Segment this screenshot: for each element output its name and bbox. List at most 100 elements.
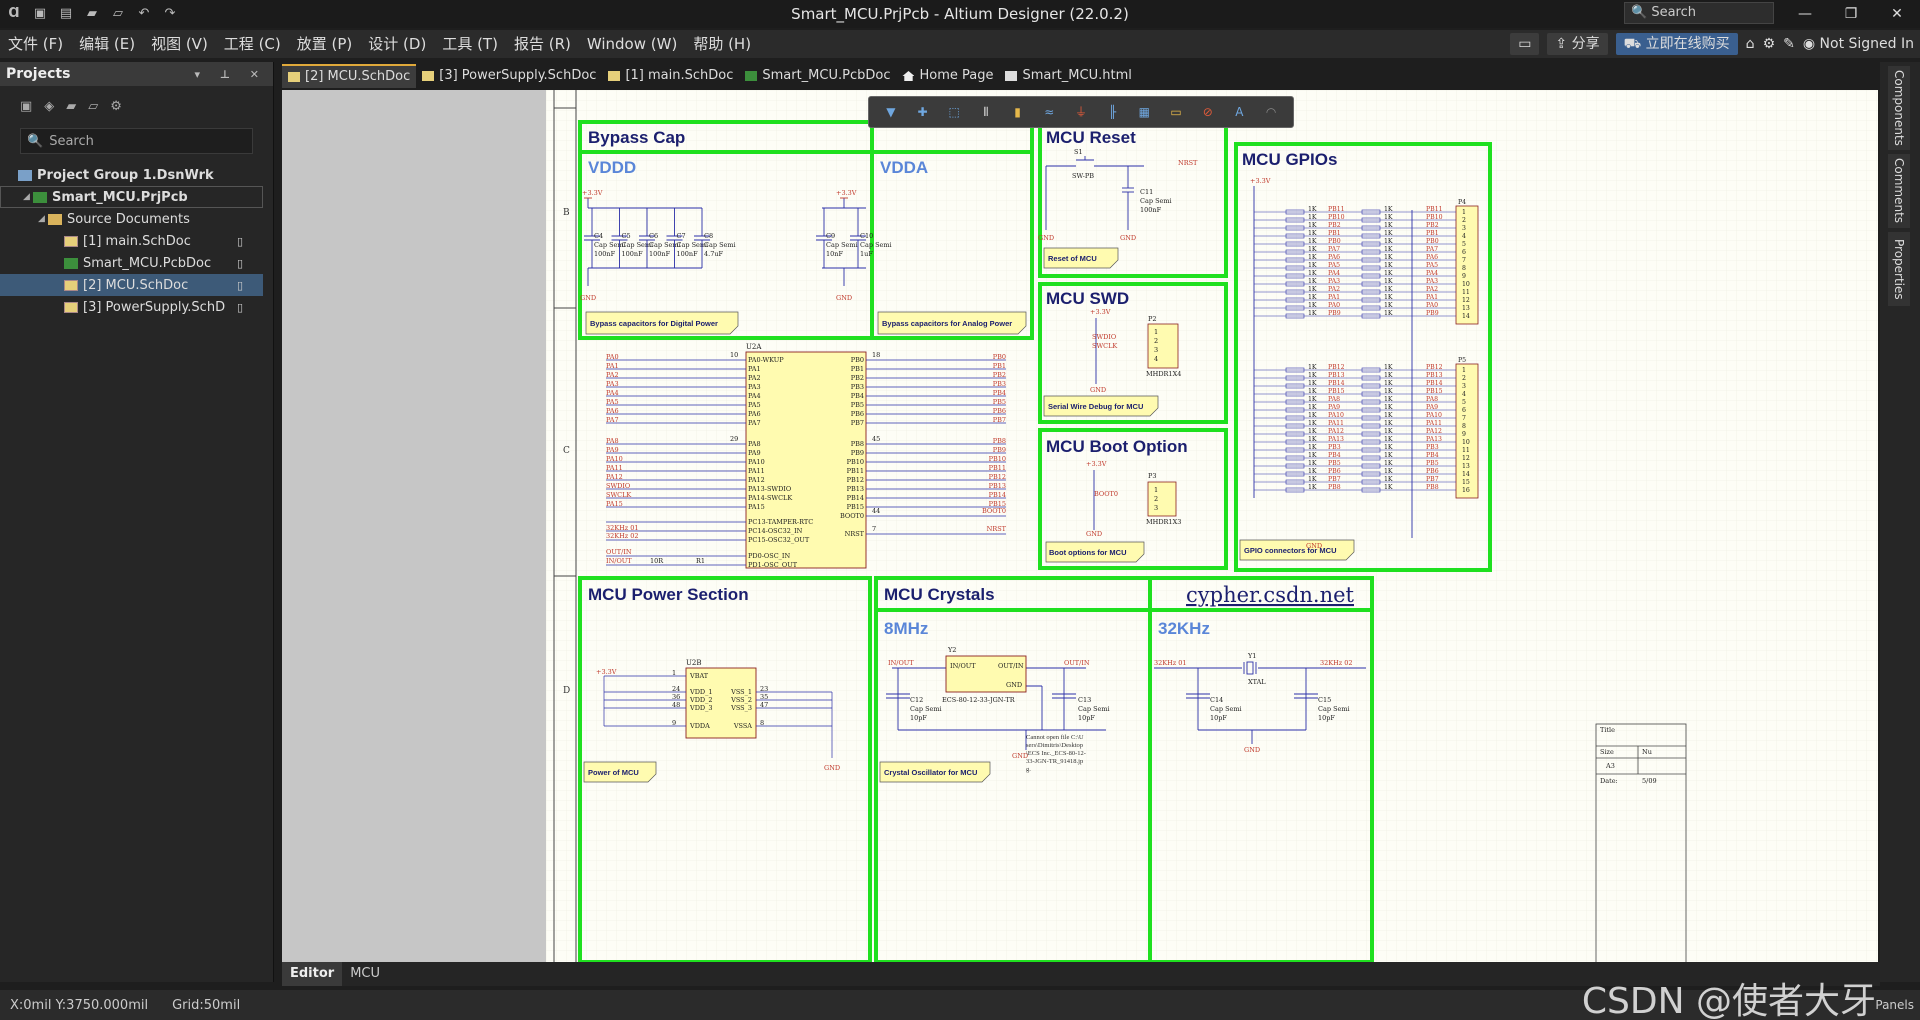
mcu-right-net: PB3 <box>993 380 1006 388</box>
tab-properties[interactable]: Properties <box>1888 232 1910 306</box>
port-icon[interactable]: ▭ <box>1168 104 1184 120</box>
mcu-left-pin: PA0-WKUP <box>748 356 784 364</box>
gpio-connector-net: PB10 <box>1426 214 1443 221</box>
open-project-icon[interactable]: ▱ <box>110 6 126 22</box>
select-area-icon[interactable]: ⬚ <box>946 104 962 120</box>
gear-icon[interactable]: ⚙ <box>1763 36 1776 52</box>
filter-icon[interactable]: ▼ <box>883 104 899 120</box>
power-port-icon[interactable]: ⏚ <box>1073 104 1089 120</box>
boot-pin: 1 <box>1154 486 1158 494</box>
gpio-connector-net: PA5 <box>1426 262 1438 269</box>
mcu-left-net: PA1 <box>606 362 619 370</box>
projects-search-input[interactable]: 🔍 Search <box>20 128 253 154</box>
account-button[interactable]: ◉ Not Signed In <box>1803 36 1914 52</box>
tree-item-powersupply-schdoc[interactable]: [3] PowerSupply.SchD ▯ <box>0 296 273 318</box>
text-icon[interactable]: A <box>1231 104 1247 120</box>
place-part-icon[interactable]: ▮ <box>1010 104 1026 120</box>
panels-button[interactable]: Panels <box>1875 998 1914 1012</box>
gpio-net: PA10 <box>1328 412 1344 419</box>
minimize-button[interactable]: — <box>1782 0 1828 28</box>
share-button[interactable]: ⇪ 分享 <box>1547 33 1608 55</box>
tab-mcu-sheet[interactable]: MCU <box>342 962 388 986</box>
tree-item-group[interactable]: Project Group 1.DsnWrk <box>0 164 273 186</box>
mcu-right-net: PB7 <box>993 416 1006 424</box>
tab-editor[interactable]: Editor <box>282 962 343 986</box>
menu-edit[interactable]: 编辑 (E) <box>71 30 143 58</box>
arc-icon[interactable]: ◠ <box>1263 104 1279 120</box>
tab-mcu-schdoc[interactable]: [2] MCU.SchDoc <box>282 64 417 88</box>
swd-swclk: SWCLK <box>1092 342 1117 350</box>
tab-powersupply-schdoc[interactable]: [3] PowerSupply.SchDoc <box>416 64 602 88</box>
power-left-number: 9 <box>672 719 676 727</box>
tab-main-schdoc[interactable]: [1] main.SchDoc <box>602 64 739 88</box>
global-search-input[interactable]: 🔍 Search <box>1624 2 1774 24</box>
tree-item-source-documents[interactable]: ◢ Source Documents <box>0 208 273 230</box>
undo-icon[interactable]: ↶ <box>136 6 152 22</box>
move-icon[interactable]: ✚ <box>915 104 931 120</box>
mcu-left-net: PA2 <box>606 371 619 379</box>
tree-item-main-schdoc[interactable]: [1] main.SchDoc ▯ <box>0 230 273 252</box>
gpio-resistor-value: 1K <box>1308 372 1317 379</box>
tree-item-mcu-schdoc[interactable]: [2] MCU.SchDoc ▯ <box>0 274 263 296</box>
open-project-folder-icon[interactable]: ▰ <box>66 99 76 114</box>
mcu-right-net: PB10 <box>989 455 1006 463</box>
close-button[interactable]: ✕ <box>1874 0 1920 28</box>
gpio-net: PA12 <box>1328 428 1344 435</box>
home-icon[interactable]: ⌂ <box>1746 36 1755 52</box>
gpio-resistor-value: 1K <box>1384 484 1393 491</box>
tab-components[interactable]: Components <box>1888 66 1910 150</box>
notifications-icon[interactable]: ✎ <box>1783 36 1795 52</box>
gpio-resistor-value: 1K <box>1384 222 1393 229</box>
save-icon[interactable]: ▣ <box>32 6 48 22</box>
save-all-icon[interactable]: ▤ <box>58 6 74 22</box>
compile-icon[interactable]: ◈ <box>44 99 54 114</box>
buy-online-button[interactable]: ⛟ 立即在线购买 <box>1615 33 1738 55</box>
panel-controls[interactable]: ▾ ⊥ ✕ <box>195 68 267 81</box>
mcu-pd-net: IN/OUT <box>606 557 632 565</box>
gpio-resistor-value: 1K <box>1308 270 1317 277</box>
menu-window[interactable]: Window (W) <box>579 30 685 58</box>
tab-html[interactable]: Smart_MCU.html <box>999 64 1137 88</box>
tab-pcbdoc[interactable]: Smart_MCU.PcbDoc <box>739 64 896 88</box>
wire-icon[interactable]: ≈ <box>1041 104 1057 120</box>
save-project-icon[interactable]: ▣ <box>20 99 32 114</box>
tab-home-page[interactable]: Home Page <box>896 64 999 88</box>
maximize-button[interactable]: ❐ <box>1828 0 1874 28</box>
menu-reports[interactable]: 报告 (R) <box>506 30 579 58</box>
gpio-connector-ref: P5 <box>1458 357 1466 364</box>
menu-view[interactable]: 视图 (V) <box>143 30 216 58</box>
mcu-left-pin: PA8 <box>748 440 761 448</box>
align-icon[interactable]: ⫴ <box>978 104 994 120</box>
power-v33: +3.3V <box>596 668 617 676</box>
power-right-pin: VSS_2 <box>730 696 752 704</box>
panel-gear-icon[interactable]: ⚙ <box>110 99 122 114</box>
tree-item-pcbdoc[interactable]: Smart_MCU.PcbDoc ▯ <box>0 252 273 274</box>
harness-icon[interactable]: ▦ <box>1136 104 1152 120</box>
gpio-resistor-value: 1K <box>1384 286 1393 293</box>
gpio-connector-net: PA7 <box>1426 246 1438 253</box>
cap-ref: C9 <box>826 232 835 240</box>
url-text[interactable]: cypher.csdn.net <box>1186 583 1355 607</box>
project-options-icon[interactable]: ▱ <box>88 99 98 114</box>
open-folder-icon[interactable]: ▰ <box>84 6 100 22</box>
no-erc-icon[interactable]: ⊘ <box>1200 104 1216 120</box>
menu-project[interactable]: 工程 (C) <box>216 30 289 58</box>
bus-icon[interactable]: ╟ <box>1105 104 1121 120</box>
menu-help[interactable]: 帮助 (H) <box>685 30 759 58</box>
doc-status-icon: ▯ <box>236 300 243 314</box>
gpio-resistor-value: 1K <box>1384 310 1393 317</box>
mcu-right-pin: PB10 <box>847 458 864 466</box>
redo-icon[interactable]: ↷ <box>162 6 178 22</box>
feedback-button[interactable]: ▭ <box>1510 33 1540 55</box>
mcu-r1-value: 10R <box>650 557 664 565</box>
tab-comments[interactable]: Comments <box>1888 154 1910 228</box>
gpio-pin-number: 2 <box>1462 375 1466 382</box>
menu-tools[interactable]: 工具 (T) <box>434 30 506 58</box>
schematic-canvas[interactable]: B C D Bypass Cap VDDD VDDA MCU Reset MCU… <box>546 90 1878 962</box>
gpio-pin-number: 9 <box>1462 273 1466 280</box>
tree-item-project[interactable]: ◢ Smart_MCU.PrjPcb <box>0 186 263 208</box>
gpio-net: PB7 <box>1328 476 1341 483</box>
menu-design[interactable]: 设计 (D) <box>360 30 434 58</box>
menu-place[interactable]: 放置 (P) <box>289 30 361 58</box>
menu-file[interactable]: 文件 (F) <box>0 30 71 58</box>
